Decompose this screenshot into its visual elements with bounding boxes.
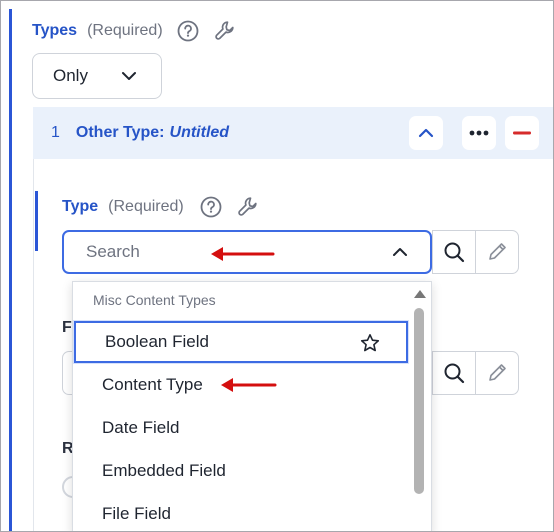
edit-button[interactable] xyxy=(475,351,519,395)
edit-button[interactable] xyxy=(475,230,519,274)
types-mode-value: Only xyxy=(53,66,88,85)
search-icon xyxy=(444,242,465,263)
dropdown-group-label: Misc Content Types xyxy=(93,292,216,308)
list-item-label: Boolean Field xyxy=(105,332,209,351)
window-frame: Types (Required) Only 1 Other Type: Unti… xyxy=(0,0,554,532)
list-item-date-field[interactable]: Date Field xyxy=(73,407,409,449)
list-item-label: File Field xyxy=(102,504,171,523)
list-item-embedded-field[interactable]: Embedded Field xyxy=(73,450,409,492)
list-item-label: Content Type xyxy=(102,375,203,394)
more-options-icon xyxy=(469,130,489,136)
hidden-field-label: F xyxy=(62,319,72,336)
scrollbar-thumb[interactable] xyxy=(414,308,424,494)
type-card-header: 1 Other Type: Untitled xyxy=(33,107,553,159)
chevron-up-icon xyxy=(418,128,434,138)
pencil-icon xyxy=(489,364,506,381)
list-item-boolean-field[interactable]: Boolean Field xyxy=(74,321,408,363)
card-title-value: Untitled xyxy=(169,124,230,141)
search-button[interactable] xyxy=(432,230,476,274)
annotation-arrow-icon xyxy=(221,378,277,392)
annotation-arrow-icon xyxy=(211,247,275,261)
type-options-dropdown: Misc Content Types Boolean Field Content… xyxy=(72,281,432,531)
collapse-button[interactable] xyxy=(409,116,443,150)
wrench-icon[interactable] xyxy=(213,19,237,43)
search-button[interactable] xyxy=(432,351,476,395)
types-required-label: (Required) xyxy=(87,22,163,39)
wrench-icon[interactable] xyxy=(236,195,260,219)
types-label: Types xyxy=(32,22,78,39)
search-icon xyxy=(444,363,465,384)
chevron-up-icon[interactable] xyxy=(392,244,408,265)
remove-button[interactable] xyxy=(505,116,539,150)
scroll-up-arrow-icon[interactable] xyxy=(414,286,426,304)
list-item-label: Date Field xyxy=(102,418,180,437)
card-index: 1 xyxy=(51,124,60,141)
list-item-label: Embedded Field xyxy=(102,461,226,480)
pencil-icon xyxy=(489,243,506,260)
chevron-down-icon xyxy=(121,68,137,89)
remove-icon xyxy=(513,131,531,135)
more-options-button[interactable] xyxy=(462,116,496,150)
help-circle-icon[interactable] xyxy=(200,196,222,218)
type-label: Type xyxy=(62,198,99,215)
types-field-header: Types (Required) xyxy=(32,19,237,43)
star-icon[interactable] xyxy=(360,333,380,358)
list-item-file-field[interactable]: File Field xyxy=(73,493,409,531)
type-required-label: (Required) xyxy=(108,198,184,215)
help-circle-icon[interactable] xyxy=(177,20,199,42)
type-field-rail xyxy=(35,191,38,251)
types-field-rail xyxy=(9,9,12,531)
card-title: Other Type: xyxy=(75,124,165,141)
type-field-header: Type (Required) xyxy=(62,195,260,219)
types-mode-select[interactable]: Only xyxy=(32,53,162,99)
